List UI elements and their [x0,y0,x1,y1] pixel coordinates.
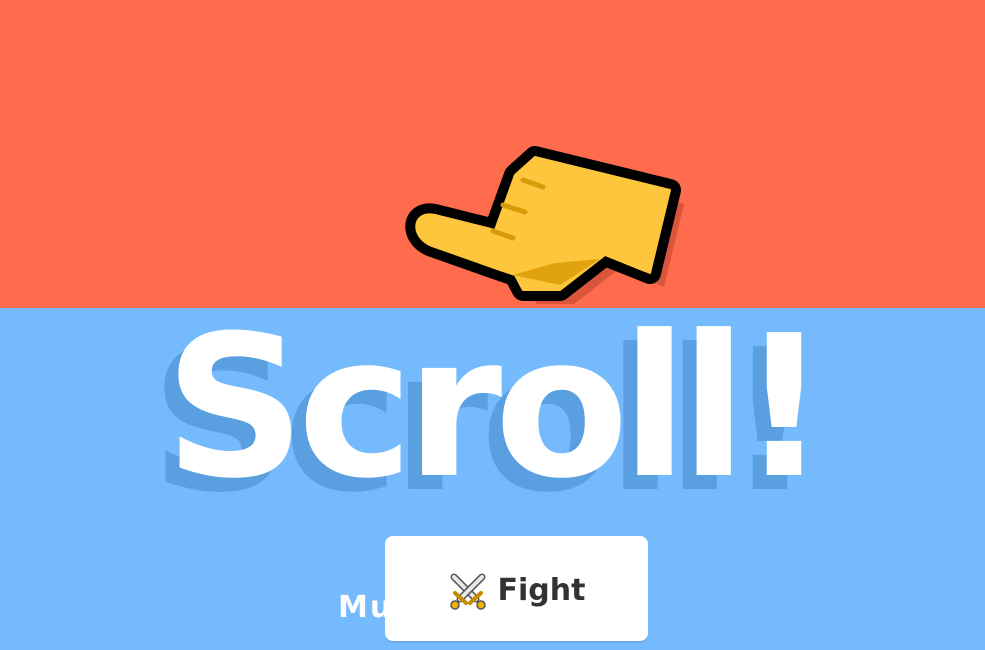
fight-label: Fight [497,573,586,608]
crossed-swords-icon [448,571,488,611]
fight-button[interactable]: Fight [385,536,648,641]
page-title: Scroll! [164,294,828,522]
pointing-hand-icon [395,135,695,325]
